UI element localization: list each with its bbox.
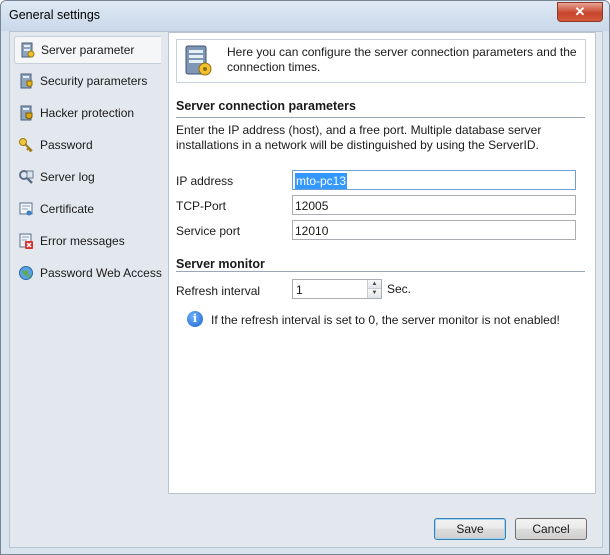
window-title: General settings: [9, 8, 101, 22]
sidebar-item-label: Password Web Access: [40, 266, 162, 280]
sidebar-item-label: Server log: [40, 170, 95, 184]
refresh-info-text: If the refresh interval is set to 0, the…: [211, 313, 560, 327]
service-port-label: Service port: [176, 224, 241, 238]
refresh-interval-label: Refresh interval: [176, 284, 261, 298]
sidebar-item-label: Password: [40, 138, 93, 152]
info-icon: i: [187, 311, 203, 327]
close-icon: ✕: [574, 4, 586, 19]
sidebar-item-label: Server parameter: [41, 43, 135, 57]
security-icon: [18, 73, 34, 89]
sidebar-item-security-parameters[interactable]: Security parameters: [14, 68, 160, 94]
settings-sidebar: Server parameter Security parameters Hac…: [10, 32, 162, 547]
save-button[interactable]: Save: [434, 518, 506, 540]
title-bar[interactable]: General settings ✕: [1, 1, 609, 31]
section-divider: [176, 117, 585, 118]
sidebar-item-label: Hacker protection: [40, 106, 135, 120]
sidebar-item-error-messages[interactable]: Error messages: [14, 228, 160, 254]
refresh-interval-stepper[interactable]: 1 ▲ ▼: [292, 279, 382, 299]
sidebar-item-label: Security parameters: [40, 74, 148, 88]
stepper-down-button[interactable]: ▼: [367, 289, 381, 298]
service-port-input[interactable]: 12010: [292, 220, 576, 240]
close-button[interactable]: ✕: [557, 2, 603, 22]
sidebar-item-password[interactable]: Password: [14, 132, 160, 158]
ip-address-label: IP address: [176, 174, 234, 188]
server-icon: [19, 42, 35, 58]
connection-description: Enter the IP address (host), and a free …: [176, 123, 542, 152]
dialog-body: Server parameter Security parameters Hac…: [9, 31, 603, 548]
key-icon: [18, 137, 34, 153]
server-log-icon: [18, 169, 34, 185]
sidebar-item-server-parameter[interactable]: Server parameter: [14, 36, 161, 64]
tcp-port-label: TCP-Port: [176, 199, 227, 213]
hacker-protection-icon: [18, 105, 34, 121]
tcp-port-input[interactable]: 12005: [292, 195, 576, 215]
refresh-interval-value: 1: [296, 283, 303, 297]
server-settings-icon: [181, 44, 215, 81]
section-divider: [176, 271, 585, 272]
sidebar-item-password-web-access[interactable]: Password Web Access: [14, 260, 162, 286]
header-description: Here you can configure the server connec…: [227, 45, 577, 74]
sidebar-item-label: Error messages: [40, 234, 125, 248]
tcp-port-value: 12005: [295, 199, 329, 213]
globe-icon: [18, 265, 34, 281]
info-header: Here you can configure the server connec…: [176, 39, 586, 83]
ip-address-value: mto-pc13: [295, 173, 348, 189]
sidebar-item-hacker-protection[interactable]: Hacker protection: [14, 100, 160, 126]
sidebar-item-certificate[interactable]: Certificate: [14, 196, 160, 222]
sidebar-item-server-log[interactable]: Server log: [14, 164, 160, 190]
general-settings-window: General settings ✕ Server parameter Secu…: [0, 0, 610, 555]
stepper-buttons: ▲ ▼: [367, 280, 381, 298]
connection-section-title: Server connection parameters: [176, 99, 356, 113]
error-messages-icon: [18, 233, 34, 249]
sidebar-item-label: Certificate: [40, 202, 95, 216]
cancel-button[interactable]: Cancel: [515, 518, 587, 540]
monitor-section-title: Server monitor: [176, 257, 265, 271]
server-parameter-panel: Here you can configure the server connec…: [168, 32, 596, 494]
stepper-up-button[interactable]: ▲: [367, 280, 381, 289]
refresh-unit-label: Sec.: [387, 282, 412, 296]
service-port-value: 12010: [295, 224, 329, 238]
ip-address-input[interactable]: mto-pc13: [292, 170, 576, 190]
certificate-icon: [18, 201, 34, 217]
